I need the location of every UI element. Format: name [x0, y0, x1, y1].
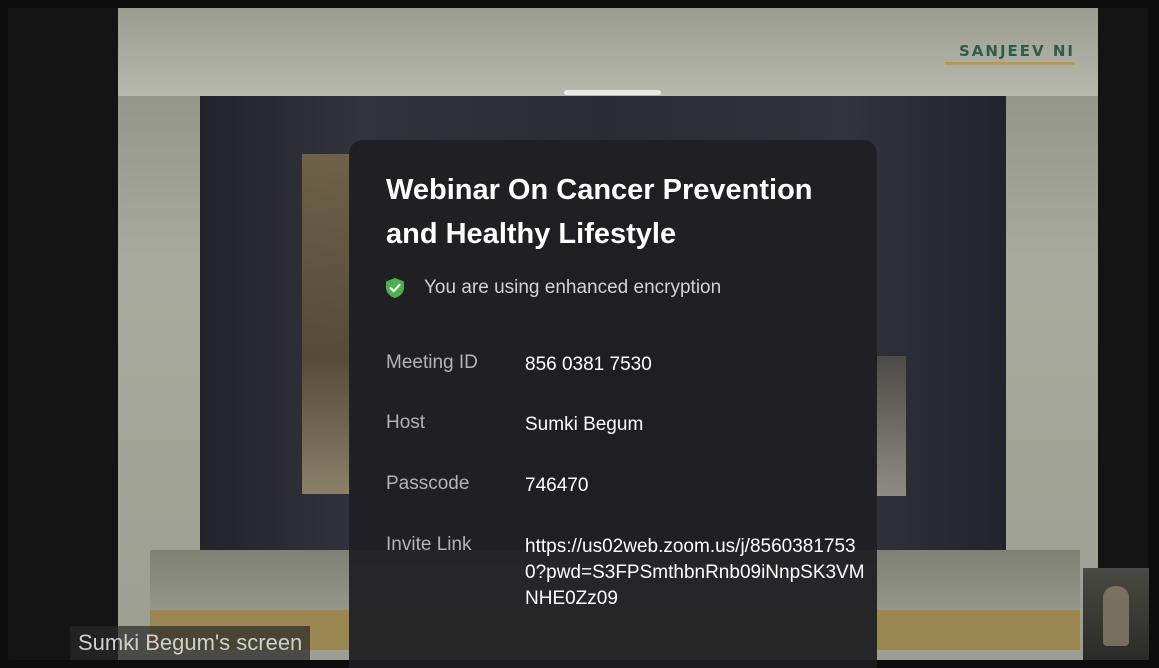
meeting-id-label: Meeting ID: [386, 352, 478, 373]
sanjeevani-logo: SANJEEV NI: [958, 42, 1075, 60]
participant-silhouette: [1103, 586, 1129, 646]
invite-link-value[interactable]: https://us02web.zoom.us/j/85603817530?pw…: [525, 534, 865, 612]
host-value: Sumki Begum: [525, 414, 644, 435]
encryption-status: You are using enhanced encryption: [386, 276, 721, 300]
panel-drag-handle[interactable]: [564, 90, 661, 95]
meeting-id-value: 856 0381 7530: [525, 354, 652, 375]
host-label: Host: [386, 412, 426, 433]
passcode-value: 746470: [525, 475, 589, 496]
invite-link-label: Invite Link: [386, 534, 472, 555]
shield-check-icon: [386, 278, 404, 298]
photo-curtain-left: [302, 154, 350, 494]
encryption-text: You are using enhanced encryption: [424, 277, 722, 298]
slide-header: [118, 8, 1098, 96]
passcode-label: Passcode: [386, 473, 470, 494]
photo-curtain-right: [876, 356, 906, 496]
logo-underline: [945, 62, 1075, 65]
screen-share-label: Sumki Begum's screen: [70, 626, 311, 660]
meeting-title: Webinar On Cancer Prevention and Healthy…: [386, 174, 813, 250]
participant-video-thumbnail[interactable]: [1083, 568, 1149, 660]
